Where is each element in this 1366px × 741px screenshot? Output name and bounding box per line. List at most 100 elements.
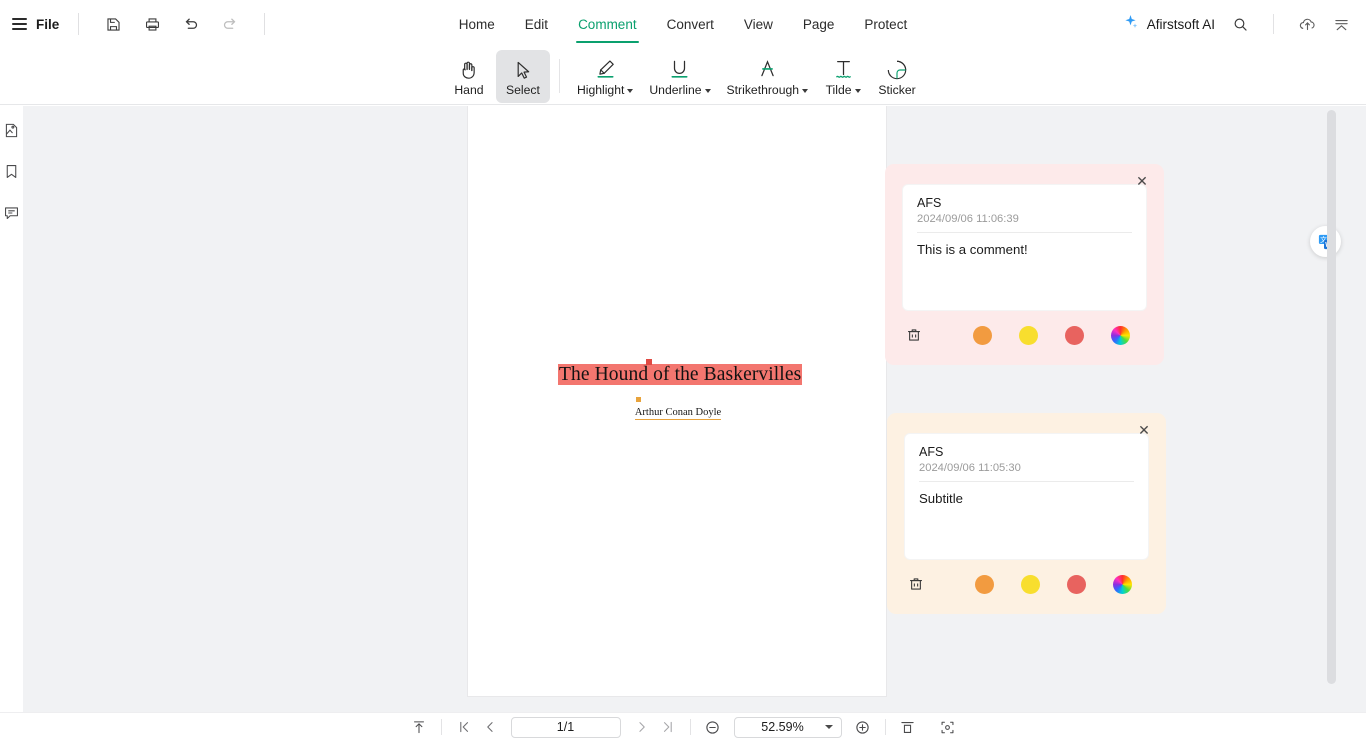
sticker-icon: [885, 56, 909, 82]
chevron-down-icon[interactable]: [854, 89, 861, 93]
comments-panel-icon[interactable]: [1, 202, 22, 223]
trash-icon[interactable]: [906, 574, 926, 594]
tool-label: Sticker: [878, 83, 916, 97]
close-icon[interactable]: ✕: [1133, 172, 1151, 190]
print-icon[interactable]: [137, 9, 167, 39]
next-page-icon[interactable]: [629, 715, 655, 739]
first-page-icon[interactable]: [451, 715, 477, 739]
document-author-block: Arthur Conan Doyle: [558, 397, 798, 420]
tool-tilde[interactable]: Tilde: [816, 50, 870, 103]
color-wheel-icon[interactable]: [1113, 574, 1132, 594]
collapse-ribbon-icon[interactable]: [1326, 9, 1356, 39]
swatch-yellow[interactable]: [1021, 574, 1040, 594]
comment-author: AFS: [919, 445, 944, 459]
tool-sticker[interactable]: Sticker: [870, 50, 924, 103]
swatch-red[interactable]: [1065, 325, 1084, 345]
highlighter-icon: [593, 56, 618, 82]
comment-text[interactable]: Subtitle: [919, 482, 1134, 506]
tab-edit[interactable]: Edit: [523, 11, 550, 38]
undo-icon[interactable]: [176, 9, 206, 39]
scroll-to-top-icon[interactable]: [406, 715, 432, 739]
document-author-underlined[interactable]: Arthur Conan Doyle: [634, 407, 722, 420]
tab-convert[interactable]: Convert: [665, 11, 716, 38]
redo-icon[interactable]: [215, 9, 245, 39]
ai-label: Afirstsoft AI: [1146, 16, 1215, 32]
swatch-red[interactable]: [1067, 574, 1086, 594]
comment-actions: [902, 325, 1147, 345]
strikethrough-icon: [755, 56, 780, 82]
pdf-page[interactable]: The Hound of the Baskervilles Arthur Con…: [468, 106, 886, 696]
topbar-right-group: Afirstsoft AI: [1116, 0, 1366, 48]
divider: [884, 719, 886, 735]
tool-hand[interactable]: Hand: [442, 50, 496, 103]
comment-card[interactable]: ✕ AFS 2024/09/06 11:05:30 Subtitle: [887, 413, 1166, 614]
zoom-in-icon[interactable]: [850, 715, 876, 739]
tool-label: Tilde: [826, 83, 861, 97]
document-title-highlighted[interactable]: The Hound of the Baskervilles: [558, 364, 803, 386]
tool-highlight[interactable]: Highlight: [569, 50, 641, 103]
tab-comment[interactable]: Comment: [576, 11, 639, 43]
color-swatches: [975, 574, 1132, 594]
tab-page[interactable]: Page: [801, 11, 837, 38]
tool-label: Hand: [454, 83, 484, 97]
chevron-down-icon[interactable]: [704, 89, 711, 93]
divider: [1273, 14, 1274, 34]
search-icon[interactable]: [1225, 9, 1255, 39]
fit-page-icon[interactable]: [895, 715, 921, 739]
tool-label-text: Underline: [649, 83, 702, 97]
chevron-down-icon[interactable]: [802, 89, 809, 93]
close-icon[interactable]: ✕: [1135, 421, 1153, 439]
comment-card[interactable]: ✕ AFS 2024/09/06 11:06:39 This is a comm…: [885, 164, 1164, 365]
page-number-input[interactable]: 1/1: [510, 716, 621, 738]
comment-ribbon-toolbar: Hand Select Highlight Underline Striketh…: [0, 48, 1366, 105]
chevron-down-icon[interactable]: [824, 725, 833, 729]
tab-home[interactable]: Home: [457, 11, 497, 38]
file-menu-button[interactable]: File: [36, 17, 59, 32]
tool-strikethrough[interactable]: Strikethrough: [719, 50, 817, 103]
tilde-icon: [831, 56, 856, 82]
swatch-orange[interactable]: [975, 574, 994, 594]
document-workspace: The Hound of the Baskervilles Arthur Con…: [23, 106, 1366, 712]
divider: [264, 13, 266, 35]
tool-label-text: Highlight: [576, 83, 625, 97]
divider: [689, 719, 691, 735]
vertical-scrollbar[interactable]: [1327, 110, 1336, 684]
comment-anchor-marker-title[interactable]: [646, 359, 652, 365]
comment-anchor-marker-author[interactable]: [636, 397, 641, 402]
chevron-down-icon[interactable]: [627, 89, 634, 93]
color-wheel-icon[interactable]: [1111, 325, 1130, 345]
zoom-level-select[interactable]: 52.59%: [733, 716, 842, 738]
comment-actions: [904, 574, 1149, 594]
divider: [558, 59, 560, 93]
tab-view[interactable]: View: [742, 11, 775, 38]
zoom-value: 52.59%: [761, 720, 804, 734]
tool-label: Strikethrough: [727, 83, 809, 97]
last-page-icon[interactable]: [655, 715, 681, 739]
swatch-yellow[interactable]: [1019, 325, 1038, 345]
tool-underline[interactable]: Underline: [641, 50, 718, 103]
translate-icon[interactable]: 文 W: [1310, 226, 1341, 257]
sparkle-icon: [1122, 13, 1139, 35]
previous-page-icon[interactable]: [477, 715, 503, 739]
tool-select[interactable]: Select: [495, 49, 550, 103]
zoom-out-icon[interactable]: [700, 715, 726, 739]
tool-label-text: Strikethrough: [726, 83, 800, 97]
color-swatches: [973, 325, 1130, 345]
trash-icon[interactable]: [904, 325, 924, 345]
bookmark-icon[interactable]: [1, 161, 22, 182]
swatch-orange[interactable]: [973, 325, 992, 345]
comment-text[interactable]: This is a comment!: [917, 233, 1132, 257]
document-title-block: The Hound of the Baskervilles: [558, 359, 803, 386]
divider: [78, 13, 80, 35]
afirstsoft-ai-button[interactable]: Afirstsoft AI: [1116, 9, 1221, 39]
thumbnails-icon[interactable]: [1, 120, 22, 141]
cloud-upload-icon[interactable]: [1292, 9, 1322, 39]
save-icon[interactable]: [98, 9, 128, 39]
tool-label: Underline: [649, 83, 711, 97]
fit-width-icon[interactable]: [935, 715, 961, 739]
divider: [440, 719, 442, 735]
tab-protect[interactable]: Protect: [862, 11, 909, 38]
hand-icon: [457, 56, 480, 82]
hamburger-icon[interactable]: [12, 18, 27, 30]
underline-icon: [667, 56, 692, 82]
